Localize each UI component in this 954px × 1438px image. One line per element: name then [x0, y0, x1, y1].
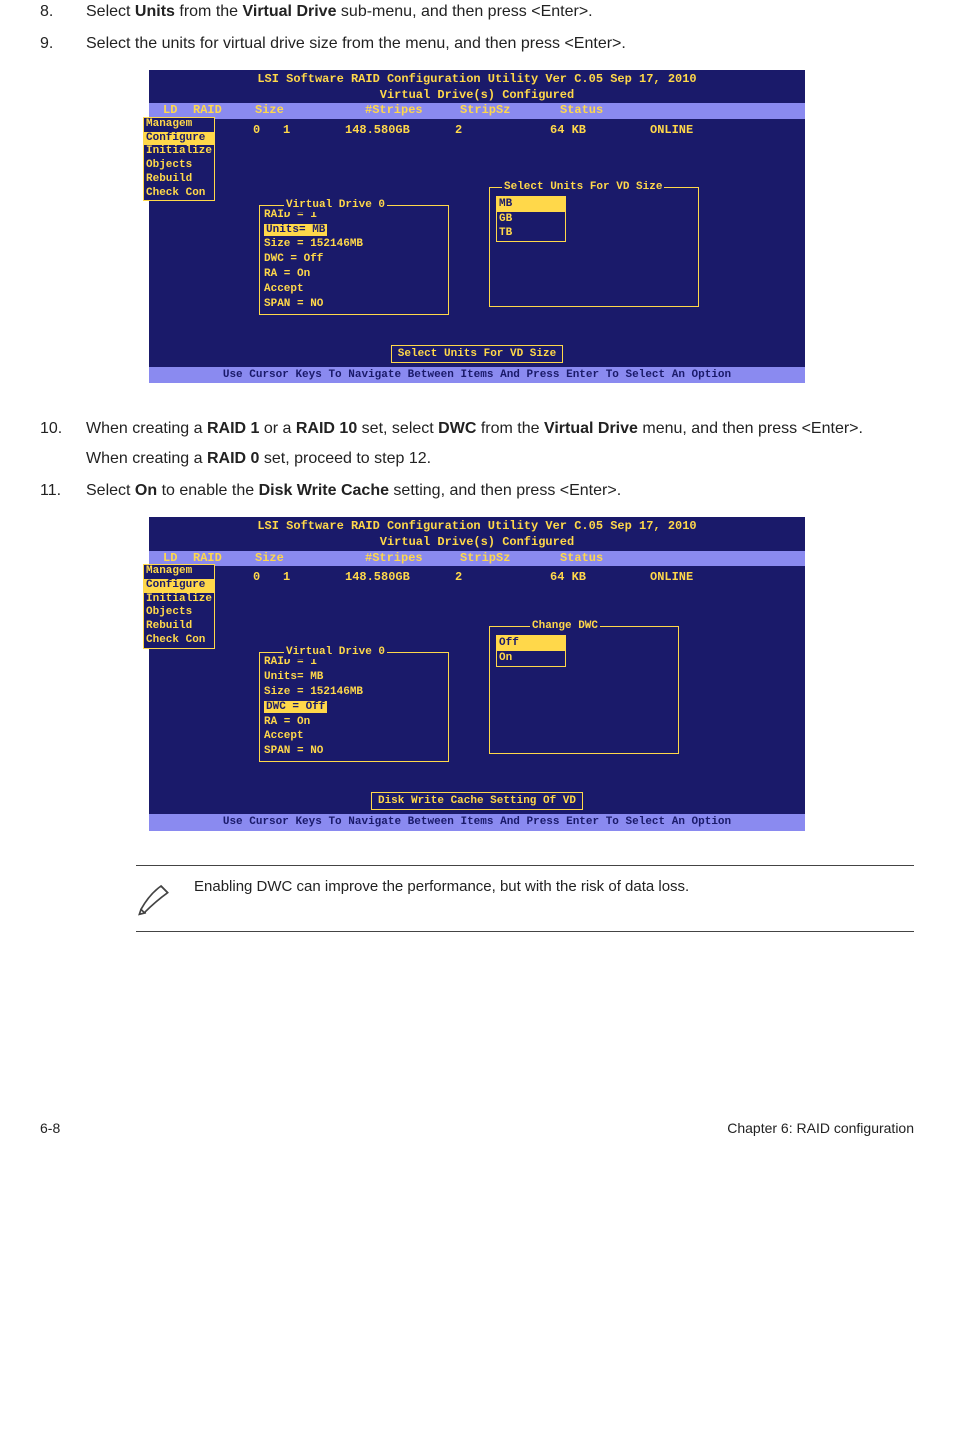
raid-screenshot-dwc: LSI Software RAID Configuration Utility … — [149, 517, 805, 830]
menu-item-check[interactable]: Check Con — [144, 634, 214, 648]
vd-accept[interactable]: Accept — [264, 729, 444, 744]
page-number: 6-8 — [40, 1120, 60, 1136]
col-status: Status — [560, 103, 660, 119]
note-icon — [136, 876, 176, 921]
cell-stripes: 2 — [455, 123, 550, 139]
col-size: Size — [255, 551, 365, 567]
management-menu[interactable]: Managem Configure Initialize Objects Reb… — [143, 117, 215, 202]
vd-units[interactable]: Units= MB — [264, 670, 444, 685]
bios-footer: Use Cursor Keys To Navigate Between Item… — [149, 814, 805, 830]
col-size: Size — [255, 103, 365, 119]
management-menu[interactable]: Managem Configure Initialize Objects Reb… — [143, 564, 215, 649]
cell-ld: 0 — [243, 123, 283, 139]
menu-item-initialize[interactable]: Initialize — [144, 593, 214, 607]
cell-size: 148.580GB — [345, 570, 455, 586]
cell-stripes: 2 — [455, 570, 550, 586]
table-header: LD RAID Size #Stripes StripSz Status — [149, 103, 805, 119]
menu-item-configure[interactable]: Configure — [144, 579, 214, 593]
change-dwc-popup[interactable]: Change DWC Off On — [489, 626, 679, 754]
vd-units[interactable]: Units= MB — [264, 223, 444, 238]
vd-size[interactable]: Size = 152146MB — [264, 237, 444, 252]
bios-subtitle: Virtual Drive(s) Configured — [149, 535, 805, 551]
step-8: 8. Select Units from the Virtual Drive s… — [40, 0, 914, 24]
menu-item-check[interactable]: Check Con — [144, 187, 214, 201]
vd-dwc[interactable]: DWC = Off — [264, 252, 444, 267]
step-10-line2: When creating a RAID 0 set, proceed to s… — [86, 447, 914, 471]
popup-title: Change DWC — [530, 619, 600, 633]
step-number: 8. — [40, 0, 86, 24]
vd-dwc[interactable]: DWC = Off — [264, 700, 444, 715]
table-row: 0 1 148.580GB 2 64 KB ONLINE — [149, 119, 805, 139]
step-10: 10. When creating a RAID 1 or a RAID 10 … — [40, 417, 914, 471]
step-text: Select the units for virtual drive size … — [86, 32, 914, 56]
bios-subtitle: Virtual Drive(s) Configured — [149, 88, 805, 104]
menu-item-rebuild[interactable]: Rebuild — [144, 173, 214, 187]
col-status: Status — [560, 551, 660, 567]
col-stripes: #Stripes — [365, 103, 460, 119]
select-units-popup[interactable]: Select Units For VD Size MB GB TB — [489, 187, 699, 307]
cell-stripsz: 64 KB — [550, 123, 650, 139]
step-number: 11. — [40, 479, 86, 503]
col-stripes: #Stripes — [365, 551, 460, 567]
vd-accept[interactable]: Accept — [264, 282, 444, 297]
step-text: When creating a RAID 1 or a RAID 10 set,… — [86, 417, 914, 471]
unit-option-mb[interactable]: MB — [497, 197, 565, 212]
vd-box-title: Virtual Drive 0 — [284, 645, 387, 659]
cell-status: ONLINE — [650, 570, 750, 586]
dwc-option-on[interactable]: On — [497, 651, 565, 666]
hint-area: Select Units For VD Size — [149, 339, 805, 367]
vd-span[interactable]: SPAN = NO — [264, 297, 444, 312]
vd-box-title: Virtual Drive 0 — [284, 198, 387, 212]
note-text: Enabling DWC can improve the performance… — [194, 876, 914, 897]
virtual-drive-box: Virtual Drive 0 RAID = 1 Units= MB Size … — [259, 652, 449, 762]
step-10-line1: When creating a RAID 1 or a RAID 10 set,… — [86, 420, 863, 437]
menu-item-manage[interactable]: Managem — [144, 565, 215, 579]
hint-text: Select Units For VD Size — [391, 345, 563, 363]
virtual-drive-box: Virtual Drive 0 RAID = 1 Units= MB Size … — [259, 205, 449, 315]
cell-raid: 1 — [283, 570, 345, 586]
page-footer: 6-8 Chapter 6: RAID configuration — [40, 1112, 914, 1156]
step-number: 10. — [40, 417, 86, 471]
hint-text: Disk Write Cache Setting Of VD — [371, 792, 583, 810]
cell-size: 148.580GB — [345, 123, 455, 139]
bios-body: 0 1 148.580GB 2 64 KB ONLINE Managem Con… — [149, 566, 805, 786]
menu-item-configure[interactable]: Configure — [144, 132, 214, 146]
col-stripsz: StripSz — [460, 551, 560, 567]
note-callout: Enabling DWC can improve the performance… — [136, 865, 914, 932]
menu-item-objects[interactable]: Objects — [144, 606, 214, 620]
cell-stripsz: 64 KB — [550, 570, 650, 586]
dwc-option-off[interactable]: Off — [497, 636, 565, 651]
step-text: Select Units from the Virtual Drive sub-… — [86, 0, 914, 24]
popup-title: Select Units For VD Size — [502, 180, 664, 194]
col-stripsz: StripSz — [460, 103, 560, 119]
bios-title: LSI Software RAID Configuration Utility … — [149, 70, 805, 88]
menu-item-rebuild[interactable]: Rebuild — [144, 620, 214, 634]
menu-item-objects[interactable]: Objects — [144, 159, 214, 173]
cell-status: ONLINE — [650, 123, 750, 139]
vd-span[interactable]: SPAN = NO — [264, 744, 444, 759]
bios-title: LSI Software RAID Configuration Utility … — [149, 517, 805, 535]
raid-screenshot-units: LSI Software RAID Configuration Utility … — [149, 70, 805, 383]
hint-area: Disk Write Cache Setting Of VD — [149, 786, 805, 814]
step-11: 11. Select On to enable the Disk Write C… — [40, 479, 914, 503]
cell-ld: 0 — [243, 570, 283, 586]
table-row: 0 1 148.580GB 2 64 KB ONLINE — [149, 566, 805, 586]
bios-footer: Use Cursor Keys To Navigate Between Item… — [149, 367, 805, 383]
bios-body: 0 1 148.580GB 2 64 KB ONLINE Managem Con… — [149, 119, 805, 339]
step-number: 9. — [40, 32, 86, 56]
step-text: Select On to enable the Disk Write Cache… — [86, 479, 914, 503]
menu-item-manage[interactable]: Managem — [144, 118, 215, 132]
step-9: 9. Select the units for virtual drive si… — [40, 32, 914, 56]
unit-option-gb[interactable]: GB — [497, 212, 565, 227]
table-header: LD RAID Size #Stripes StripSz Status — [149, 551, 805, 567]
vd-size[interactable]: Size = 152146MB — [264, 685, 444, 700]
unit-option-tb[interactable]: TB — [497, 226, 565, 241]
chapter-title: Chapter 6: RAID configuration — [727, 1120, 914, 1136]
vd-ra[interactable]: RA = On — [264, 715, 444, 730]
vd-ra[interactable]: RA = On — [264, 267, 444, 282]
menu-item-initialize[interactable]: Initialize — [144, 145, 214, 159]
cell-raid: 1 — [283, 123, 345, 139]
